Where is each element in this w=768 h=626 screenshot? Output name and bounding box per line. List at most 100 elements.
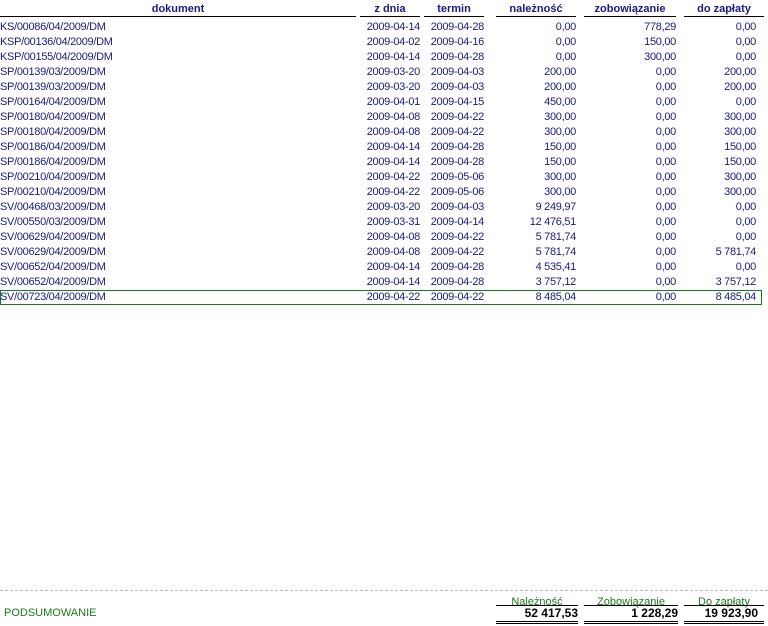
table-row[interactable]: KSP/00136/04/2009/DM 2009-04-02 2009-04-16… (0, 35, 768, 50)
cell-z-dnia: 2009-04-14 (366, 276, 421, 288)
cell-dokument: SP/00186/04/2009/DM (0, 141, 106, 153)
col-header-termin[interactable]: termin (424, 2, 484, 16)
cell-termin: 2009-04-28 (430, 276, 485, 288)
table-row[interactable]: SP/00139/03/2009/DM 2009-03-20 2009-04-03 2… (0, 80, 768, 95)
cell-do-zaplaty: 150,00 (724, 156, 756, 168)
cell-do-zaplaty: 8 485,04 (715, 291, 757, 303)
cell-do-zaplaty: 150,00 (724, 141, 756, 153)
table-row[interactable]: KSP/00155/04/2009/DM 2009-04-14 2009-04-28… (0, 50, 768, 65)
cell-do-zaplaty: 0,00 (735, 36, 757, 48)
cell-do-zaplaty: 300,00 (724, 171, 756, 183)
table-row[interactable]: SV/00629/04/2009/DM 2009-04-08 2009-04-22 5… (0, 245, 768, 260)
table-row[interactable]: SP/00210/04/2009/DM 2009-04-22 2009-05-06 3… (0, 185, 768, 200)
summary-double-underline (684, 623, 764, 624)
cell-termin: 2009-04-28 (430, 156, 485, 168)
cell-termin: 2009-05-06 (430, 186, 485, 198)
cell-zobowiazanie: 0,00 (655, 126, 677, 138)
cell-dokument: SV/00550/03/2009/DM (0, 216, 106, 228)
col-header-dokument[interactable]: dokument (0, 2, 356, 16)
cell-dokument: KS/00086/04/2009/DM (0, 21, 106, 33)
cell-dokument: SP/00139/03/2009/DM (0, 66, 106, 78)
cell-do-zaplaty: 300,00 (724, 126, 756, 138)
summary-naleznosc-value: 52 417,53 (524, 606, 578, 620)
table-row[interactable]: SV/00652/04/2009/DM 2009-04-14 2009-04-28 3… (0, 275, 768, 290)
cell-naleznosc: 300,00 (544, 171, 576, 183)
table-row[interactable]: SP/00186/04/2009/DM 2009-04-14 2009-04-28 1… (0, 140, 768, 155)
cell-termin: 2009-04-22 (430, 291, 485, 303)
cell-naleznosc: 150,00 (544, 156, 576, 168)
cell-zobowiazanie: 0,00 (655, 81, 677, 93)
header-underline (424, 16, 484, 17)
cell-z-dnia: 2009-04-14 (366, 141, 421, 153)
table-row[interactable]: SV/00550/03/2009/DM 2009-03-31 2009-04-14 1… (0, 215, 768, 230)
cell-z-dnia: 2009-04-22 (366, 186, 421, 198)
cell-zobowiazanie: 0,00 (655, 261, 677, 273)
table-row[interactable]: SP/00180/04/2009/DM 2009-04-08 2009-04-22 3… (0, 125, 768, 140)
cell-naleznosc: 200,00 (544, 66, 576, 78)
cell-z-dnia: 2009-04-14 (366, 21, 421, 33)
cell-dokument: SV/00723/04/2009/DM (0, 291, 106, 303)
cell-termin: 2009-04-28 (430, 141, 485, 153)
col-header-zobowiazanie[interactable]: zobowiązanie (584, 2, 676, 16)
cell-z-dnia: 2009-03-20 (366, 66, 421, 78)
cell-do-zaplaty: 0,00 (735, 231, 757, 243)
cell-z-dnia: 2009-04-08 (366, 246, 421, 258)
cell-naleznosc: 150,00 (544, 141, 576, 153)
cell-dokument: SV/00468/03/2009/DM (0, 201, 106, 213)
cell-z-dnia: 2009-03-20 (366, 81, 421, 93)
summary-double-underline (584, 621, 678, 622)
header-underline (0, 16, 356, 17)
cell-z-dnia: 2009-04-14 (366, 261, 421, 273)
cell-naleznosc: 3 757,12 (535, 276, 577, 288)
cell-do-zaplaty: 300,00 (724, 111, 756, 123)
header-underline (684, 16, 764, 17)
table-row[interactable]: SP/00180/04/2009/DM 2009-04-08 2009-04-22 3… (0, 110, 768, 125)
table-row[interactable]: SV/00468/03/2009/DM 2009-03-20 2009-04-03 9… (0, 200, 768, 215)
cell-termin: 2009-04-15 (430, 96, 485, 108)
cell-termin: 2009-04-03 (430, 66, 485, 78)
col-header-do-zaplaty[interactable]: do zapłaty (684, 2, 764, 16)
cell-naleznosc: 5 781,74 (535, 246, 577, 258)
cell-dokument: SP/00180/04/2009/DM (0, 111, 106, 123)
cell-zobowiazanie: 0,00 (655, 171, 677, 183)
col-header-naleznosc[interactable]: należność (496, 2, 576, 16)
cell-dokument: KSP/00155/04/2009/DM (0, 51, 113, 63)
header-underline (496, 16, 576, 17)
table-row[interactable]: SP/00210/04/2009/DM 2009-04-22 2009-05-06 3… (0, 170, 768, 185)
cell-do-zaplaty: 0,00 (735, 96, 757, 108)
cell-dokument: SP/00180/04/2009/DM (0, 126, 106, 138)
cell-z-dnia: 2009-04-22 (366, 291, 421, 303)
cell-termin: 2009-04-22 (430, 111, 485, 123)
cell-naleznosc: 4 535,41 (535, 261, 577, 273)
table-row[interactable]: SV/00652/04/2009/DM 2009-04-14 2009-04-28 4… (0, 260, 768, 275)
cell-dokument: SV/00652/04/2009/DM (0, 276, 106, 288)
table-row[interactable]: SP/00164/04/2009/DM 2009-04-01 2009-04-15 4… (0, 95, 768, 110)
cell-termin: 2009-04-03 (430, 81, 485, 93)
cell-naleznosc: 450,00 (544, 96, 576, 108)
cell-dokument: SP/00139/03/2009/DM (0, 81, 106, 93)
summary-double-underline (496, 623, 578, 624)
table-row[interactable]: SP/00186/04/2009/DM 2009-04-14 2009-04-28 1… (0, 155, 768, 170)
table-row[interactable]: SV/00629/04/2009/DM 2009-04-08 2009-04-22 5… (0, 230, 768, 245)
cell-dokument: KSP/00136/04/2009/DM (0, 36, 113, 48)
cell-naleznosc: 0,00 (555, 36, 577, 48)
col-header-z-dnia[interactable]: z dnia (360, 2, 420, 16)
summary-double-underline (584, 623, 678, 624)
cell-z-dnia: 2009-04-08 (366, 126, 421, 138)
summary-double-underline (684, 621, 764, 622)
cell-do-zaplaty: 5 781,74 (715, 246, 757, 258)
cell-z-dnia: 2009-04-14 (366, 156, 421, 168)
cell-termin: 2009-04-14 (430, 216, 485, 228)
cell-z-dnia: 2009-04-08 (366, 111, 421, 123)
cell-naleznosc: 0,00 (555, 21, 577, 33)
cell-naleznosc: 0,00 (555, 51, 577, 63)
table-row[interactable]: SP/00139/03/2009/DM 2009-03-20 2009-04-03 2… (0, 65, 768, 80)
table-row[interactable]: KS/00086/04/2009/DM 2009-04-14 2009-04-28 0… (0, 20, 768, 35)
cell-zobowiazanie: 300,00 (644, 51, 676, 63)
cell-naleznosc: 300,00 (544, 111, 576, 123)
table-row-selected[interactable]: SV/00723/04/2009/DM 2009-04-22 2009-04-22 8… (0, 290, 762, 305)
cell-z-dnia: 2009-04-01 (366, 96, 421, 108)
document-list: KS/00086/04/2009/DM 2009-04-14 2009-04-28 0… (0, 20, 768, 305)
cell-naleznosc: 8 485,04 (535, 291, 577, 303)
cell-termin: 2009-04-22 (430, 231, 485, 243)
